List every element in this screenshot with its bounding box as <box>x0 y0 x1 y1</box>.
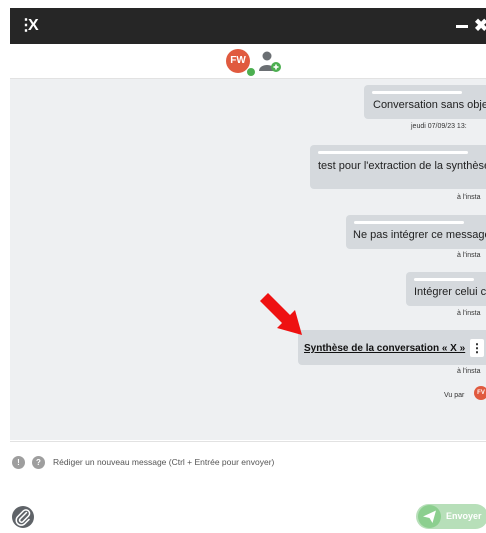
minimize-icon[interactable] <box>456 25 468 28</box>
message-header-bar <box>318 151 468 154</box>
message-bubble[interactable]: Ne pas intégrer ce message <box>346 215 486 249</box>
message-input[interactable]: Rédiger un nouveau message (Ctrl + Entré… <box>53 457 274 467</box>
message-timestamp: à l'insta <box>457 310 481 317</box>
help-icon[interactable]: ? <box>32 456 45 469</box>
message-bubble[interactable]: Intégrer celui ci <box>406 272 486 306</box>
window-titlebar: ⋮ X ✖ <box>10 8 486 44</box>
add-user-icon[interactable] <box>258 49 282 73</box>
participants-bar: FW <box>10 44 486 79</box>
message-thread[interactable]: Conversation sans objet jeudi 07/09/23 1… <box>10 79 486 440</box>
online-status-icon <box>246 67 256 77</box>
message-header-bar <box>372 91 462 94</box>
message-timestamp: jeudi 07/09/23 13: <box>411 123 467 130</box>
message-header-bar <box>354 221 464 224</box>
message-text: test pour l'extraction de la synthèse <box>318 160 486 172</box>
alert-icon[interactable]: ! <box>12 456 25 469</box>
message-text: Intégrer celui ci <box>414 286 486 298</box>
message-header-bar <box>414 278 474 281</box>
paperclip-icon <box>15 509 31 526</box>
message-text: Ne pas intégrer ce message <box>353 229 486 241</box>
send-label: Envoyer <box>446 511 482 521</box>
message-text: Conversation sans objet <box>373 99 486 111</box>
message-timestamp: à l'insta <box>457 368 481 375</box>
close-icon[interactable]: ✖ <box>474 16 486 36</box>
message-menu-icon[interactable]: ⋮ <box>470 339 484 357</box>
message-timestamp: à l'insta <box>457 252 481 259</box>
synthesis-bubble[interactable]: Synthèse de la conversation « X » ⋮ <box>298 330 486 365</box>
attach-button[interactable] <box>12 506 34 528</box>
window-title: X <box>28 17 39 34</box>
paper-plane-icon <box>418 505 441 528</box>
message-timestamp: à l'insta <box>457 194 481 201</box>
synthesis-link[interactable]: Synthèse de la conversation « X » <box>304 343 465 354</box>
message-bubble[interactable]: test pour l'extraction de la synthèse <box>310 145 486 189</box>
send-button[interactable]: Envoyer <box>416 504 486 529</box>
composer: ! ? Rédiger un nouveau message (Ctrl + E… <box>10 441 486 531</box>
red-arrow-annotation <box>260 293 302 335</box>
seen-by-label: Vu par <box>444 392 465 399</box>
message-bubble[interactable]: Conversation sans objet <box>364 85 486 119</box>
seen-by-avatar: FV <box>474 386 486 400</box>
